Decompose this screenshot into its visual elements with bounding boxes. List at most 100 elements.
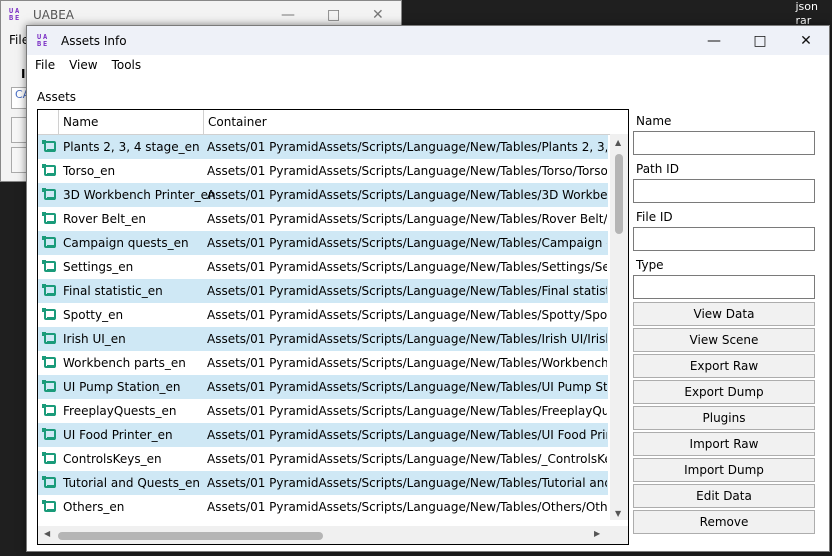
list-rows: Plants 2, 3, 4 stage_en Assets/01 Pyramid… — [38, 135, 608, 519]
table-row[interactable]: Campaign quests_en Assets/01 PyramidAsset… — [38, 231, 608, 255]
import-raw-button[interactable]: Import Raw — [633, 432, 815, 456]
row-container: Assets/01 PyramidAssets/Scripts/Language… — [207, 404, 607, 418]
row-container: Assets/01 PyramidAssets/Scripts/Language… — [207, 500, 607, 514]
name-label: Name — [636, 114, 672, 128]
asset-file-icon — [42, 308, 56, 320]
horizontal-scrollbar[interactable]: ◀ ▶ — [38, 526, 628, 544]
table-row[interactable]: Final statistic_en Assets/01 PyramidAsset… — [38, 279, 608, 303]
file-id-label: File ID — [636, 210, 673, 224]
close-button[interactable]: ✕ — [783, 26, 829, 55]
table-row[interactable]: Others_en Assets/01 PyramidAssets/Scripts… — [38, 495, 608, 519]
path-id-label: Path ID — [636, 162, 679, 176]
row-name: Others_en — [63, 500, 125, 514]
minimize-button[interactable]: — — [691, 26, 737, 55]
row-name: Rover Belt_en — [63, 212, 147, 226]
row-container: Assets/01 PyramidAssets/Scripts/Language… — [207, 140, 607, 154]
table-row[interactable]: Settings_en Assets/01 PyramidAssets/Scrip… — [38, 255, 608, 279]
table-row[interactable]: UI Pump Station_en Assets/01 PyramidAsset… — [38, 375, 608, 399]
row-name: Torso_en — [63, 164, 116, 178]
row-container: Assets/01 PyramidAssets/Scripts/Language… — [207, 284, 607, 298]
horizontal-scroll-thumb[interactable] — [58, 532, 323, 540]
column-header-name[interactable]: Name — [58, 110, 203, 134]
window-title: Assets Info — [61, 33, 127, 48]
menu-bar: File View Tools — [35, 58, 155, 72]
row-name: Tutorial and Quests_en — [63, 476, 200, 490]
row-container: Assets/01 PyramidAssets/Scripts/Language… — [207, 476, 607, 490]
asset-file-icon — [42, 140, 56, 152]
row-container: Assets/01 PyramidAssets/Scripts/Language… — [207, 188, 607, 202]
table-row[interactable]: ControlsKeys_en Assets/01 PyramidAssets/S… — [38, 447, 608, 471]
import-dump-button[interactable]: Import Dump — [633, 458, 815, 482]
view-data-button[interactable]: View Data — [633, 302, 815, 326]
vertical-scroll-thumb[interactable] — [615, 154, 623, 234]
minimize-icon: — — [707, 32, 721, 49]
row-container: Assets/01 PyramidAssets/Scripts/Language… — [207, 212, 607, 226]
table-row[interactable]: 3D Workbench Printer_en Assets/01 Pyramid… — [38, 183, 608, 207]
desktop-labels: json rar — [796, 0, 819, 28]
row-name: UI Pump Station_en — [63, 380, 181, 394]
scroll-down-arrow-icon[interactable]: ▼ — [615, 509, 621, 518]
scroll-up-arrow-icon[interactable]: ▲ — [615, 138, 621, 147]
vertical-scrollbar[interactable]: ▲ ▼ — [610, 134, 628, 520]
asset-file-icon — [42, 452, 56, 464]
export-dump-button[interactable]: Export Dump — [633, 380, 815, 404]
asset-file-icon — [42, 332, 56, 344]
table-row[interactable]: Irish UI_en Assets/01 PyramidAssets/Scrip… — [38, 327, 608, 351]
menu-view[interactable]: View — [69, 58, 105, 72]
row-container: Assets/01 PyramidAssets/Scripts/Language… — [207, 260, 607, 274]
row-container: Assets/01 PyramidAssets/Scripts/Language… — [207, 164, 607, 178]
edit-data-button[interactable]: Edit Data — [633, 484, 815, 508]
type-field[interactable] — [633, 275, 815, 299]
row-container: Assets/01 PyramidAssets/Scripts/Language… — [207, 380, 607, 394]
export-raw-button[interactable]: Export Raw — [633, 354, 815, 378]
row-container: Assets/01 PyramidAssets/Scripts/Language… — [207, 452, 607, 466]
table-row[interactable]: Plants 2, 3, 4 stage_en Assets/01 Pyramid… — [38, 135, 608, 159]
row-name: Settings_en — [63, 260, 134, 274]
close-icon: ✕ — [800, 32, 812, 49]
assets-list[interactable]: Name Container Plants 2, 3, 4 stage_en As… — [37, 109, 629, 545]
table-row[interactable]: Torso_en Assets/01 PyramidAssets/Scripts/… — [38, 159, 608, 183]
uabea-logo-icon: UA BE — [37, 32, 48, 48]
table-row[interactable]: Rover Belt_en Assets/01 PyramidAssets/Scr… — [38, 207, 608, 231]
table-row[interactable]: Tutorial and Quests_en Assets/01 PyramidA… — [38, 471, 608, 495]
remove-button[interactable]: Remove — [633, 510, 815, 534]
scroll-left-arrow-icon[interactable]: ◀ — [44, 529, 50, 538]
path-id-field[interactable] — [633, 179, 815, 203]
name-field[interactable] — [633, 131, 815, 155]
assets-info-window: UA BE Assets Info — □ ✕ File View Tools … — [26, 25, 830, 552]
list-header: Name Container — [38, 110, 628, 135]
asset-file-icon — [42, 404, 56, 416]
plugins-button[interactable]: Plugins — [633, 406, 815, 430]
asset-file-icon — [42, 188, 56, 200]
desktop-label-json[interactable]: json — [796, 0, 819, 14]
asset-file-icon — [42, 500, 56, 512]
row-container: Assets/01 PyramidAssets/Scripts/Language… — [207, 332, 607, 346]
asset-file-icon — [42, 284, 56, 296]
scroll-right-arrow-icon[interactable]: ▶ — [594, 529, 600, 538]
background-minimize-icon[interactable]: — — [281, 7, 295, 23]
table-row[interactable]: UI Food Printer_en Assets/01 PyramidAsset… — [38, 423, 608, 447]
maximize-button[interactable]: □ — [737, 26, 783, 55]
asset-file-icon — [42, 260, 56, 272]
menu-tools[interactable]: Tools — [112, 58, 150, 72]
asset-file-icon — [42, 212, 56, 224]
row-name: Spotty_en — [63, 308, 124, 322]
row-name: Final statistic_en — [63, 284, 163, 298]
titlebar[interactable]: UA BE Assets Info — □ ✕ — [27, 26, 829, 55]
row-container: Assets/01 PyramidAssets/Scripts/Language… — [207, 428, 607, 442]
table-row[interactable]: Workbench parts_en Assets/01 PyramidAsset… — [38, 351, 608, 375]
background-label: I — [21, 67, 26, 81]
column-header-container[interactable]: Container — [203, 110, 628, 134]
background-close-icon[interactable]: ✕ — [372, 7, 384, 23]
view-scene-button[interactable]: View Scene — [633, 328, 815, 352]
row-container: Assets/01 PyramidAssets/Scripts/Language… — [207, 236, 607, 250]
row-name: UI Food Printer_en — [63, 428, 173, 442]
asset-file-icon — [42, 476, 56, 488]
file-id-field[interactable] — [633, 227, 815, 251]
type-label: Type — [636, 258, 664, 272]
menu-file[interactable]: File — [35, 58, 63, 72]
table-row[interactable]: FreeplayQuests_en Assets/01 PyramidAssets… — [38, 399, 608, 423]
background-maximize-icon[interactable]: □ — [327, 7, 340, 23]
table-row[interactable]: Spotty_en Assets/01 PyramidAssets/Scripts… — [38, 303, 608, 327]
asset-file-icon — [42, 164, 56, 176]
